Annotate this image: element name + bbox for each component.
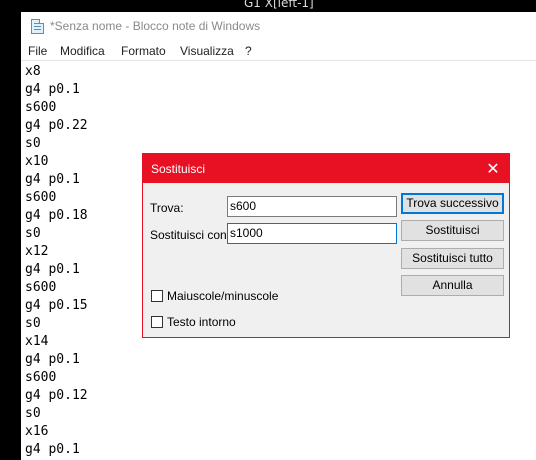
menu-help[interactable]: ? [245, 44, 252, 58]
editor-line: g4 p0.15 [25, 298, 88, 313]
editor-line: s0 [25, 406, 41, 421]
close-icon[interactable]: ✕ [477, 154, 509, 183]
menu-modifica[interactable]: Modifica [60, 44, 105, 58]
editor-line: x14 [25, 334, 49, 349]
window-title: *Senza nome - Blocco note di Windows [50, 19, 261, 33]
menu-formato[interactable]: Formato [121, 44, 166, 58]
replace-label: Sostituisci con: [150, 228, 231, 242]
editor-line: s600 [25, 100, 57, 115]
replace-button[interactable]: Sostituisci [401, 220, 504, 241]
menu-visualizza[interactable]: Visualizza [180, 44, 234, 58]
editor-line: s0 [25, 316, 41, 331]
editor-line: g4 p0.1 [25, 82, 80, 97]
editor-line: g4 p0.12 [25, 388, 88, 403]
editor-line: g4 p0.1 [25, 442, 80, 457]
match-case-checkbox[interactable] [151, 290, 163, 302]
editor-line: x12 [25, 244, 49, 259]
editor-line: s0 [25, 136, 41, 151]
left-background-strip [0, 12, 21, 460]
find-label: Trova: [150, 201, 184, 215]
menu-bar: File Modifica Formato Visualizza ? [21, 40, 536, 61]
replace-dialog: Sostituisci ✕ Trova: s600 Sostituisci co… [142, 153, 510, 338]
editor-line: s0 [25, 226, 41, 241]
find-input[interactable]: s600 [227, 196, 397, 217]
editor-line: s600 [25, 190, 57, 205]
editor-line: g4 p0.1 [25, 262, 80, 277]
editor-line: x10 [25, 154, 49, 169]
editor-line: g4 p0.1 [25, 352, 80, 367]
background-window-strip: G1 X[left-1] [0, 0, 536, 12]
dialog-title-bar[interactable]: Sostituisci ✕ [143, 154, 509, 183]
match-case-label: Maiuscole/minuscole [167, 289, 279, 303]
wrap-around-checkbox[interactable] [151, 316, 163, 328]
title-bar[interactable]: *Senza nome - Blocco note di Windows [21, 12, 536, 40]
editor-line: s600 [25, 370, 57, 385]
dialog-title: Sostituisci [151, 162, 206, 176]
editor-line: x8 [25, 64, 41, 79]
find-next-button[interactable]: Trova successivo [401, 193, 504, 214]
editor-line: g4 p0.18 [25, 208, 88, 223]
editor-line: x16 [25, 424, 49, 439]
replace-input[interactable]: s1000 [227, 223, 397, 244]
menu-file[interactable]: File [28, 44, 47, 58]
replace-all-button[interactable]: Sostituisci tutto [401, 248, 504, 269]
editor-line: g4 p0.22 [25, 118, 88, 133]
notepad-icon [31, 19, 44, 34]
editor-line: g4 p0.1 [25, 172, 80, 187]
background-window-text: G1 X[left-1] [244, 0, 314, 10]
editor-line: s600 [25, 280, 57, 295]
wrap-around-label: Testo intorno [167, 315, 236, 329]
cancel-button[interactable]: Annulla [401, 275, 504, 296]
